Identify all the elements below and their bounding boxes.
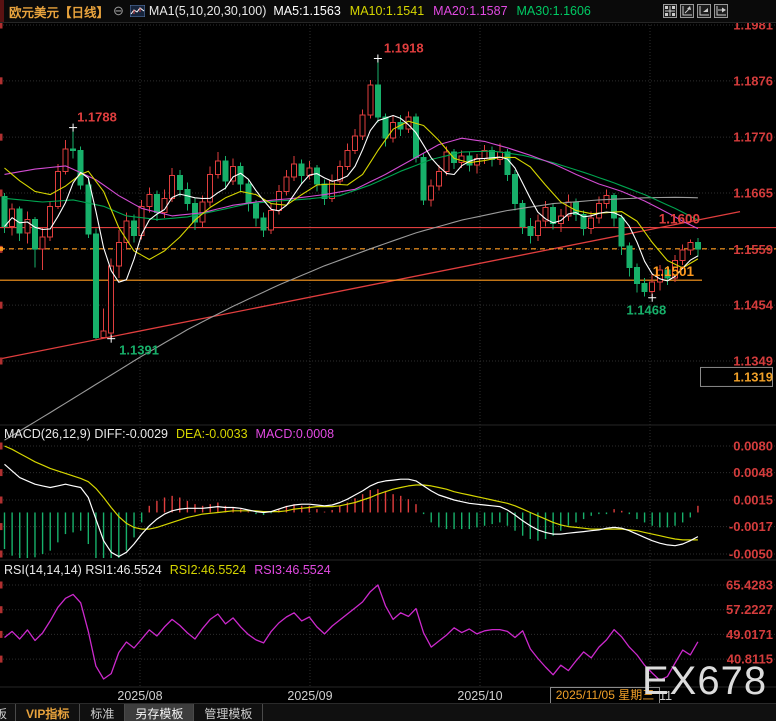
tab-partial-template[interactable]: 板 <box>0 704 16 721</box>
tab-standard[interactable]: 标准 <box>80 704 125 721</box>
svg-text:1.1319: 1.1319 <box>733 369 773 384</box>
svg-text:1.1876: 1.1876 <box>733 73 773 88</box>
tab-save-template[interactable]: 另存模板 <box>125 704 194 721</box>
svg-text:1.1391: 1.1391 <box>119 343 159 358</box>
svg-text:0.0048: 0.0048 <box>733 465 773 480</box>
svg-text:2025/10: 2025/10 <box>457 689 502 703</box>
svg-text:49.0171: 49.0171 <box>726 627 773 642</box>
tab-manage-template[interactable]: 管理模板 <box>194 704 263 721</box>
current-date-label: 2025/11/05 星期三 <box>550 687 660 704</box>
svg-text:-0.0050: -0.0050 <box>729 547 773 562</box>
svg-text:-0.0017: -0.0017 <box>729 519 773 534</box>
ma20-value: MA20:1.1587 <box>433 4 507 18</box>
svg-text:1.1600: 1.1600 <box>659 212 700 227</box>
left-edge-sliver <box>0 0 4 22</box>
svg-text:1.1454: 1.1454 <box>733 298 774 313</box>
ma-settings-label: MA1(5,10,20,30,100) <box>149 4 266 18</box>
shift-axis-icon[interactable] <box>714 4 728 18</box>
chart-tool-buttons <box>663 4 728 18</box>
svg-text:2025/08: 2025/08 <box>117 689 162 703</box>
svg-text:1.1468: 1.1468 <box>626 303 666 318</box>
zoom-axis-icon[interactable] <box>680 4 694 18</box>
scale-axis-icon[interactable] <box>697 4 711 18</box>
svg-text:1.1788: 1.1788 <box>77 110 117 125</box>
crosshair-icon[interactable] <box>663 4 677 18</box>
symbol-title: 欧元美元【日线】 <box>9 2 109 21</box>
ma10-value: MA10:1.1541 <box>350 4 424 18</box>
svg-text:1.1501: 1.1501 <box>653 264 695 279</box>
svg-text:0.0080: 0.0080 <box>733 439 773 454</box>
ma30-value: MA30:1.1606 <box>517 4 591 18</box>
top-toolbar: 欧元美元【日线】 ⊖ MA1(5,10,20,30,100) MA5:1.156… <box>0 0 776 23</box>
svg-text:1.1918: 1.1918 <box>384 40 424 55</box>
bottom-tab-bar: 板 VIP指标 标准 另存模板 管理模板 <box>0 703 776 721</box>
svg-text:1.1770: 1.1770 <box>733 130 773 145</box>
svg-text:1.1559: 1.1559 <box>733 242 773 257</box>
tab-vip-indicators[interactable]: VIP指标 <box>16 704 80 721</box>
ma5-value: MA5:1.1563 <box>273 4 340 18</box>
svg-text:2025/09: 2025/09 <box>287 689 332 703</box>
chart-canvas[interactable]: 1.17881.19181.13911.14681.16001.15011.19… <box>0 0 776 721</box>
svg-text:1.1349: 1.1349 <box>733 353 773 368</box>
svg-text:65.4283: 65.4283 <box>726 578 773 593</box>
svg-text:40.8115: 40.8115 <box>727 652 773 667</box>
mini-chart-icon[interactable] <box>130 5 145 17</box>
trading-app-window: 1.17881.19181.13911.14681.16001.15011.19… <box>0 0 776 721</box>
svg-text:0.0015: 0.0015 <box>733 493 773 508</box>
svg-text:1.1665: 1.1665 <box>733 185 773 200</box>
svg-text:57.2227: 57.2227 <box>726 602 773 617</box>
collapse-icon[interactable]: ⊖ <box>113 3 124 19</box>
